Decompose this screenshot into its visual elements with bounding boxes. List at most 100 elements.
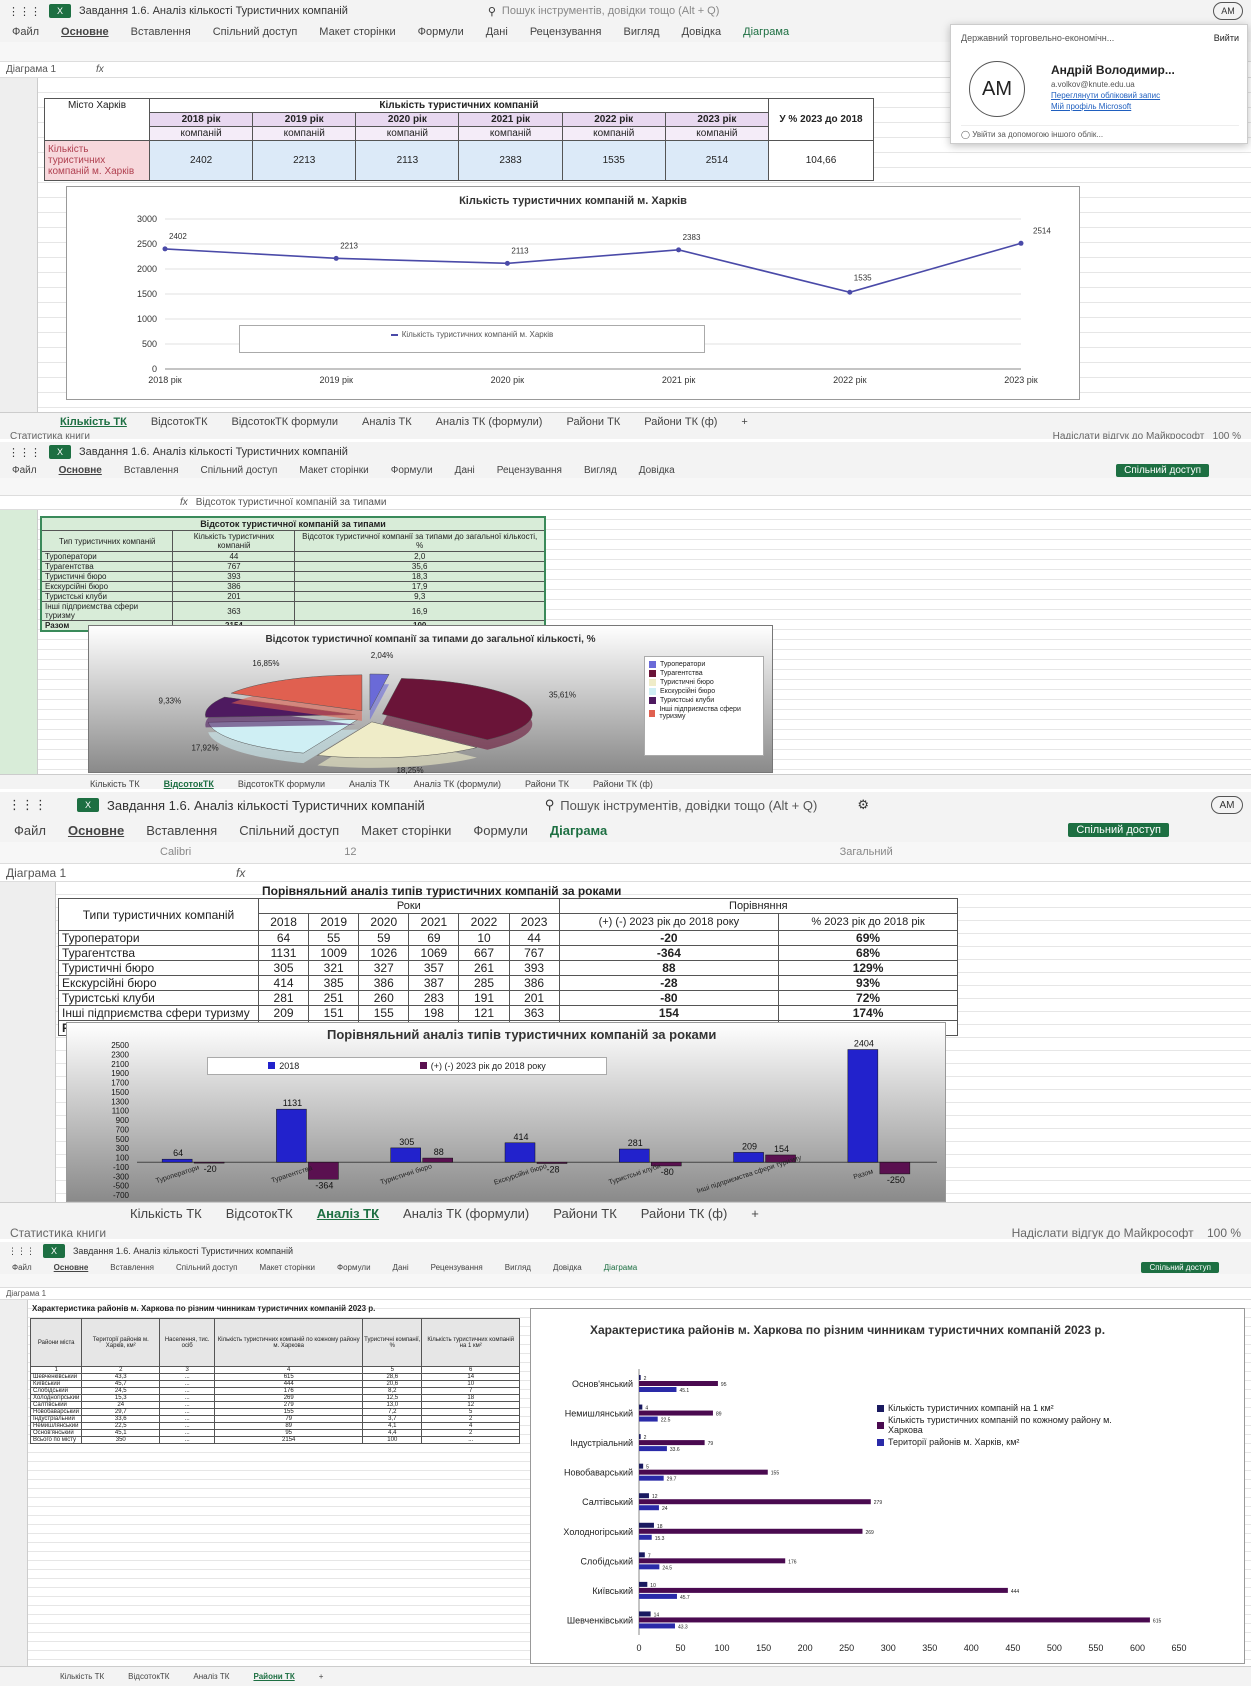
tab-analiz-formuly[interactable]: Аналіз ТК (формули) [403,1206,529,1221]
menu-layout[interactable]: Макет сторінки [299,465,368,476]
menu-home[interactable]: Основне [54,1263,89,1272]
line-chart[interactable]: Кількість туристичних компаній м. Харків… [66,186,1080,400]
share-button[interactable]: Спільний доступ [1141,1261,1219,1273]
menu-insert[interactable]: Вставлення [131,26,191,38]
search-input[interactable]: Пошук інструментів, довідки тощо (Alt + … [560,798,817,813]
tab-kilkist[interactable]: Кількість ТК [90,779,140,789]
menu-home[interactable]: Основне [59,465,102,476]
menu-data[interactable]: Дані [486,26,508,38]
tab-kilkist[interactable]: Кількість ТК [130,1206,202,1221]
menu-help[interactable]: Довідка [639,465,675,476]
menu-layout[interactable]: Макет сторінки [260,1263,316,1272]
status-stats[interactable]: Статистика книги [10,1226,106,1239]
font-name-select[interactable]: Calibri [160,846,191,858]
menu-help[interactable]: Довідка [682,26,722,38]
menu-view[interactable]: Вигляд [584,465,617,476]
menu-file[interactable]: Файл [12,1263,32,1272]
add-sheet-button[interactable]: + [319,1672,324,1681]
menu-file[interactable]: Файл [14,823,46,838]
menu-insert[interactable]: Вставлення [110,1263,154,1272]
menu-review[interactable]: Рецензування [431,1263,483,1272]
table-row: Салтівський 24... 279 13,0 12 [29,1401,520,1409]
zoom-level[interactable]: 100 % [1207,1226,1241,1239]
tab-vidsotok[interactable]: ВідсотокТК [128,1672,169,1681]
popup-sign-out[interactable]: Вийти [1214,33,1239,43]
add-sheet-button[interactable]: + [751,1206,759,1221]
popup-my-account[interactable]: Мій профіль Microsoft [1051,102,1131,111]
menu-home[interactable]: Основне [68,823,124,838]
menu-insert[interactable]: Вставлення [124,465,179,476]
menu-view[interactable]: Вигляд [505,1263,531,1272]
number-format-select[interactable]: Загальний [840,846,893,858]
menu-layout[interactable]: Макет сторінки [319,26,395,38]
status-feedback[interactable]: Надіслати відгук до Майкрософт [1012,1226,1194,1239]
name-box[interactable]: Діаграма 1 [6,64,96,75]
tab-kilkist[interactable]: Кількість ТК [60,416,127,428]
tab-vidsotok-formuly[interactable]: ВідсотокТК формули [238,779,325,789]
tab-analiz[interactable]: Аналіз ТК [317,1206,379,1221]
menu-chart[interactable]: Діаграма [743,26,789,38]
bar-chart[interactable]: Порівняльний аналіз типів туристичних ко… [66,1022,946,1202]
menu-layout[interactable]: Макет сторінки [361,823,451,838]
share-button[interactable]: Спільний доступ [1116,463,1209,477]
tab-rayony-f[interactable]: Райони ТК (ф) [641,1206,728,1221]
avatar[interactable]: AM [1211,796,1243,814]
menu-formulas[interactable]: Формули [391,465,433,476]
app-launcher-icon[interactable]: ⋮⋮⋮ [8,1246,35,1257]
tab-rayony[interactable]: Райони ТК [253,1672,294,1681]
tab-rayony-f[interactable]: Райони ТК (ф) [644,416,717,428]
tab-analiz-formuly[interactable]: Аналіз ТК (формули) [414,779,501,789]
menu-home[interactable]: Основне [61,26,109,38]
tab-vidsotok-formuly[interactable]: ВідсотокТК формули [232,416,339,428]
menu-review[interactable]: Рецензування [497,465,562,476]
menu-chart[interactable]: Діаграма [550,823,607,838]
tab-rayony[interactable]: Райони ТК [566,416,620,428]
tab-kilkist[interactable]: Кількість ТК [60,1672,104,1681]
app-launcher-icon[interactable]: ⋮⋮⋮ [8,797,47,813]
menu-formulas[interactable]: Формули [337,1263,371,1272]
popup-other-account[interactable]: ◯ Увійти за допомогою іншого облік... [961,125,1239,139]
add-sheet-button[interactable]: + [741,416,747,428]
menu-review[interactable]: Рецензування [530,26,602,38]
name-box[interactable]: Діаграма 1 [6,1289,46,1298]
settings-icon[interactable]: ⚙ [857,797,869,813]
menu-view[interactable]: Вигляд [624,26,660,38]
share-button[interactable]: Спільний доступ [1068,823,1169,837]
menu-chart[interactable]: Діаграма [604,1263,637,1272]
menu-share[interactable]: Спільний доступ [200,465,277,476]
tab-vidsotok[interactable]: ВідсотокТК [164,779,214,789]
zoom-level[interactable]: 100 % [1213,431,1241,440]
status-feedback[interactable]: Надіслати відгук до Майкрософт [1053,431,1205,440]
menu-help[interactable]: Довідка [553,1263,582,1272]
tab-rayony[interactable]: Райони ТК [525,779,569,789]
formula-content[interactable]: Відсоток туристичної компаній за типами [196,497,387,508]
menu-formulas[interactable]: Формули [418,26,464,38]
menu-data[interactable]: Дані [455,465,475,476]
menu-share[interactable]: Спільний доступ [213,26,298,38]
font-size-select[interactable]: 12 [344,846,356,858]
tab-analiz[interactable]: Аналіз ТК [362,416,412,428]
menu-share[interactable]: Спільний доступ [239,823,339,838]
name-box[interactable]: Діаграма 1 [6,866,236,880]
menu-share[interactable]: Спільний доступ [176,1263,238,1272]
tab-analiz[interactable]: Аналіз ТК [349,779,390,789]
menu-file[interactable]: Файл [12,26,39,38]
menu-file[interactable]: Файл [12,465,37,476]
hbar-chart[interactable]: Характеристика районів м. Харкова по різ… [530,1308,1245,1664]
tab-analiz-formuly[interactable]: Аналіз ТК (формули) [436,416,543,428]
menu-data[interactable]: Дані [393,1263,409,1272]
pie-chart[interactable]: Відсоток туристичної компанії за типами … [88,625,773,774]
app-launcher-icon[interactable]: ⋮⋮⋮ [8,446,41,459]
status-stats[interactable]: Статистика книги [10,431,90,440]
search-input[interactable]: Пошук інструментів, довідки тощо (Alt + … [502,5,719,17]
tab-analiz[interactable]: Аналіз ТК [193,1672,229,1681]
tab-rayony[interactable]: Райони ТК [553,1206,617,1221]
tab-rayony-f[interactable]: Райони ТК (ф) [593,779,653,789]
tab-vidsotok[interactable]: ВідсотокТК [151,416,208,428]
avatar[interactable]: AM [1213,2,1243,20]
app-launcher-icon[interactable]: ⋮⋮⋮ [8,5,41,18]
menu-insert[interactable]: Вставлення [146,823,217,838]
menu-formulas[interactable]: Формули [473,823,528,838]
tab-vidsotok[interactable]: ВідсотокТК [226,1206,293,1221]
popup-view-account[interactable]: Переглянути обліковий запис [1051,91,1160,100]
